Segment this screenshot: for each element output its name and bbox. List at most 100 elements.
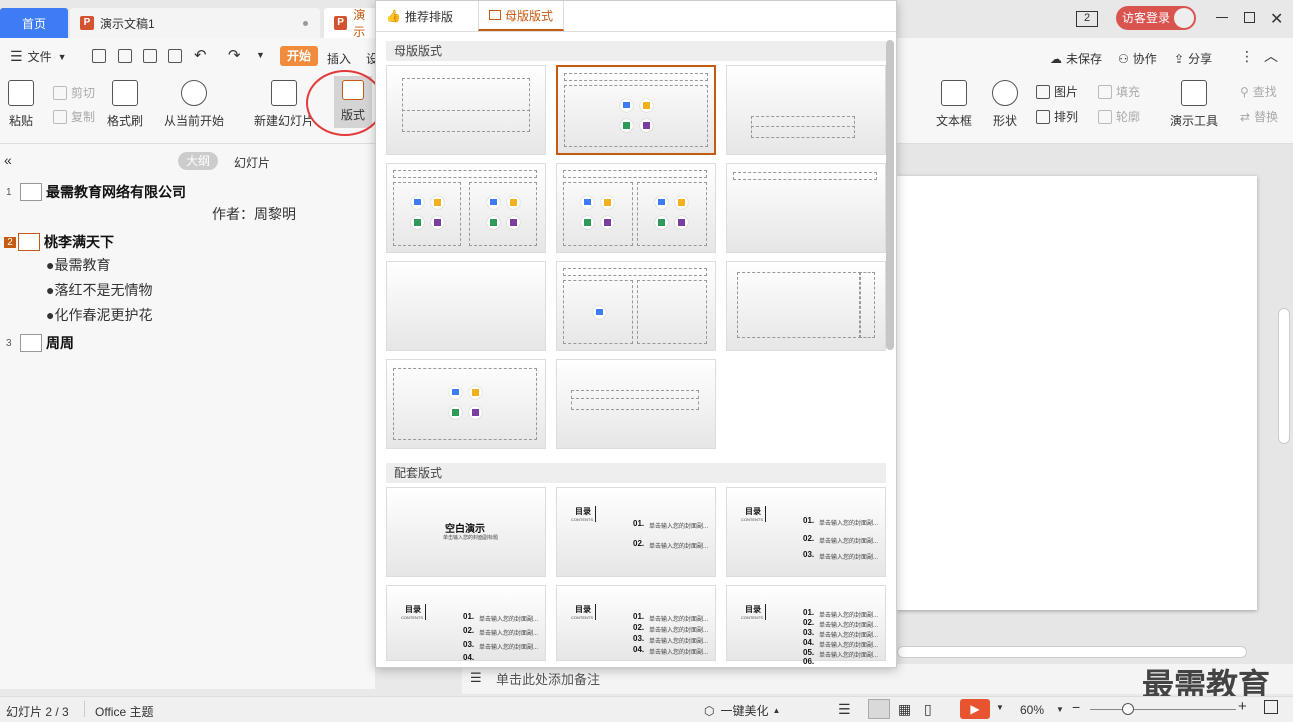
shape-button[interactable]: 形状 (992, 80, 1018, 129)
slide-thumb-icon (20, 334, 42, 352)
play-button[interactable]: ▶ (960, 699, 990, 719)
outline-slide-3[interactable]: 3 周周 (6, 333, 74, 353)
template-thumb-toc[interactable]: 目录 CONTENTS 01. 单击输入您的封面副... 02. 单击输入您的封面副.… (556, 487, 716, 577)
outline-button[interactable]: 轮廓 (1098, 108, 1140, 125)
zoom-handle[interactable] (1122, 703, 1134, 715)
layout-thumb[interactable] (386, 163, 546, 253)
format-painter-button[interactable]: 格式刷 (107, 80, 143, 129)
bullet-item[interactable]: ●化作春泥更护花 (46, 305, 152, 325)
slide-subtitle[interactable]: 作者：周黎明 (212, 204, 296, 224)
layout-thumb-selected[interactable] (556, 65, 716, 155)
layout-thumb[interactable] (386, 261, 546, 351)
pages-badge[interactable]: 2 (1076, 11, 1098, 27)
copy-button[interactable]: 复制 (53, 108, 95, 125)
bullet-item[interactable]: ●落红不是无情物 (46, 280, 152, 300)
fill-icon (1098, 84, 1112, 99)
login-button[interactable]: 访客登录 (1116, 6, 1196, 30)
arrange-button[interactable]: 排列 (1036, 108, 1078, 125)
beautify-button[interactable]: ⬡ 一键美化 ▲ (704, 702, 780, 719)
toc-number: 01. (463, 612, 475, 621)
layout-thumb[interactable] (556, 359, 716, 449)
template-thumb-toc[interactable]: 目录 CONTENTS 01. 单击输入您的封面副... 02. 单击输入您的封面副.… (556, 585, 716, 661)
chevron-down-icon[interactable]: ▼ (1056, 705, 1064, 714)
template-thumb-blank[interactable]: 空白演示 单击输入您的封面副标题 (386, 487, 546, 577)
canvas-hscrollbar[interactable] (897, 646, 1247, 658)
layers-icon (1036, 109, 1050, 124)
close-icon[interactable]: ✕ (1270, 9, 1283, 29)
notes-toggle-icon[interactable]: ☰ (838, 701, 851, 718)
layout-thumb[interactable] (386, 359, 546, 449)
unsaved-button[interactable]: ☁ 未保存 (1050, 50, 1102, 67)
toc-contents: CONTENTS (571, 517, 593, 522)
collapse-ribbon-icon[interactable]: ︿ (1264, 46, 1278, 66)
textbox-button[interactable]: 文本框 (936, 80, 972, 129)
layout-thumb[interactable] (386, 65, 546, 155)
zoom-slider[interactable] (1090, 709, 1236, 710)
template-thumb-toc[interactable]: 目录 CONTENTS 01. 单击输入您的封面副... 02. 单击输入您的封面副.… (726, 585, 886, 666)
placeholder-box (571, 390, 699, 410)
grid-view-icon[interactable]: ▦ (898, 701, 911, 718)
zoom-out-icon[interactable]: − (1072, 699, 1080, 715)
template-thumb-toc[interactable]: 目录 CONTENTS 01. 单击输入您的封面副... 02. 单击输入您的封面副.… (726, 487, 886, 577)
toc-item: 单击输入您的封面副... (649, 524, 709, 530)
bullet-text: 最需教育 (54, 257, 111, 273)
share-button[interactable]: ⇪ 分享 (1174, 50, 1212, 67)
tab-insert[interactable]: 插入 (327, 50, 351, 67)
layout-thumb[interactable] (726, 261, 886, 351)
tab-document-active[interactable]: P 演示 (324, 8, 376, 39)
collab-button[interactable]: ⚇ 协作 (1118, 50, 1157, 67)
presenter-tools-button[interactable]: 演示工具 (1170, 80, 1218, 129)
outline-slide-2[interactable]: 2 桃李满天下 (4, 232, 114, 252)
new-slide-button[interactable]: 新建幻灯片 (254, 80, 314, 129)
tab-document-label: 演示文稿1 (100, 16, 155, 31)
reading-view-icon[interactable]: ▯ (924, 701, 932, 718)
slide-preview[interactable] (897, 176, 1257, 610)
tab-start[interactable]: 开始 (280, 46, 318, 66)
layout-thumb[interactable] (726, 65, 886, 155)
tab-home[interactable]: 首页 (0, 8, 68, 38)
outline-icon (1098, 109, 1112, 124)
preview-icon[interactable] (168, 49, 182, 63)
tab-outline[interactable]: 大纲 (178, 152, 218, 170)
replace-button[interactable]: ⇄ 替换 (1240, 108, 1278, 125)
paste-button[interactable]: 粘贴 (8, 80, 34, 129)
print-icon[interactable] (143, 49, 157, 63)
tab-recommend[interactable]: 👍 推荐排版 (376, 1, 463, 31)
popup-scrollbar[interactable] (886, 40, 894, 350)
redo-icon[interactable]: ↷ (228, 46, 241, 64)
canvas-scrollbar[interactable] (1278, 308, 1290, 444)
normal-view-icon[interactable] (868, 699, 890, 719)
zoom-level[interactable]: 60% (1020, 703, 1044, 717)
outline-slide-1[interactable]: 1 最需教育网络有限公司 (6, 182, 186, 202)
layout-thumb[interactable] (556, 261, 716, 351)
collapse-pane-icon[interactable]: « (4, 152, 12, 168)
tab-slides[interactable]: 幻灯片 (234, 154, 270, 171)
file-menu[interactable]: ☰ 文件 ▼ (10, 48, 67, 65)
picture-button[interactable]: 图片 (1036, 83, 1078, 100)
more-icon[interactable]: ▼ (256, 50, 265, 60)
zoom-in-icon[interactable]: + (1238, 698, 1247, 715)
export-icon[interactable] (118, 49, 132, 63)
minimize-icon[interactable] (1216, 17, 1228, 18)
fit-window-icon[interactable] (1264, 700, 1278, 714)
outline-pane: « 大纲 幻灯片 1 最需教育网络有限公司 作者：周黎明 2 桃李满天下 ●最需教育… (0, 144, 375, 689)
tab-master[interactable]: 母版版式 (478, 1, 565, 31)
maximize-icon[interactable] (1244, 12, 1255, 23)
layout-thumb[interactable] (556, 163, 716, 253)
find-button[interactable]: ⚲ 查找 (1240, 83, 1277, 100)
tab-document[interactable]: P 演示文稿1 (70, 8, 320, 38)
bullet-text: 落红不是无情物 (54, 282, 153, 298)
cut-button[interactable]: 剪切 (53, 84, 95, 101)
fill-button[interactable]: 填充 (1098, 83, 1140, 100)
bullet-item[interactable]: ●最需教育 (46, 255, 110, 275)
chevron-down-icon[interactable]: ▼ (996, 703, 1004, 712)
from-current-button[interactable]: 从当前开始 (164, 80, 224, 129)
unsaved-label: 未保存 (1066, 52, 1103, 66)
template-thumb-toc[interactable]: 目录 CONTENTS 01. 单击输入您的封面副... 02. 单击输入您的封面副.… (386, 585, 546, 662)
layout-thumb[interactable] (726, 163, 886, 253)
toc-number: 03. (463, 640, 475, 649)
theme-name[interactable]: Office 主题 (95, 703, 153, 720)
save-icon[interactable] (92, 49, 106, 63)
undo-icon[interactable]: ↶ (194, 46, 207, 64)
more-vertical-icon[interactable]: ⋮ (1240, 48, 1254, 65)
